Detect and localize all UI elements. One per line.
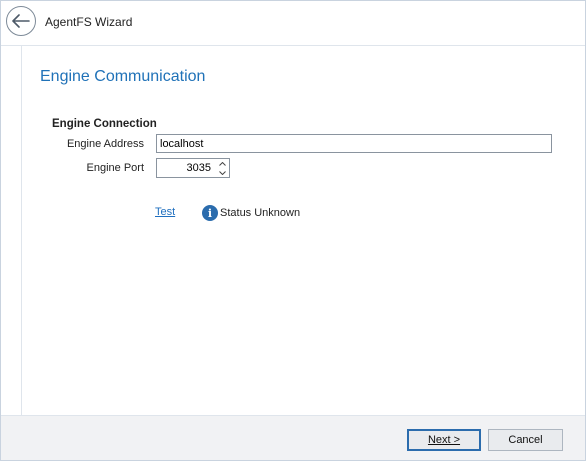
- back-button[interactable]: [6, 6, 36, 36]
- engine-port-label: Engine Port: [86, 162, 144, 174]
- engine-port-stepper[interactable]: 3035: [156, 158, 230, 178]
- engine-port-value: 3035: [186, 162, 211, 174]
- wizard-window: AgentFS Wizard Engine Communication Engi…: [0, 0, 586, 461]
- wizard-footer: Next > Cancel: [1, 415, 585, 460]
- engine-address-label: Engine Address: [66, 138, 144, 150]
- engine-address-input[interactable]: [156, 134, 552, 153]
- chevron-down-icon: [218, 170, 226, 175]
- window-title: AgentFS Wizard: [45, 15, 133, 29]
- cancel-button-label: Cancel: [508, 434, 543, 446]
- next-button-label: Next >: [427, 434, 461, 446]
- status-text: Status Unknown: [220, 207, 301, 219]
- cancel-button[interactable]: Cancel: [488, 429, 563, 451]
- arrow-left-icon: [12, 14, 30, 28]
- port-increment-button[interactable]: [215, 159, 229, 168]
- test-link[interactable]: Test: [155, 206, 175, 218]
- section-label-engine-connection: Engine Connection: [52, 118, 157, 130]
- next-button[interactable]: Next >: [407, 429, 481, 451]
- info-icon: i: [202, 205, 218, 221]
- wizard-content: Engine Communication Engine Connection E…: [21, 46, 585, 415]
- port-decrement-button[interactable]: [215, 168, 229, 177]
- title-bar: AgentFS Wizard: [1, 1, 585, 46]
- chevron-up-icon: [218, 161, 226, 166]
- page-title: Engine Communication: [40, 68, 206, 85]
- port-spin-buttons: [215, 159, 229, 177]
